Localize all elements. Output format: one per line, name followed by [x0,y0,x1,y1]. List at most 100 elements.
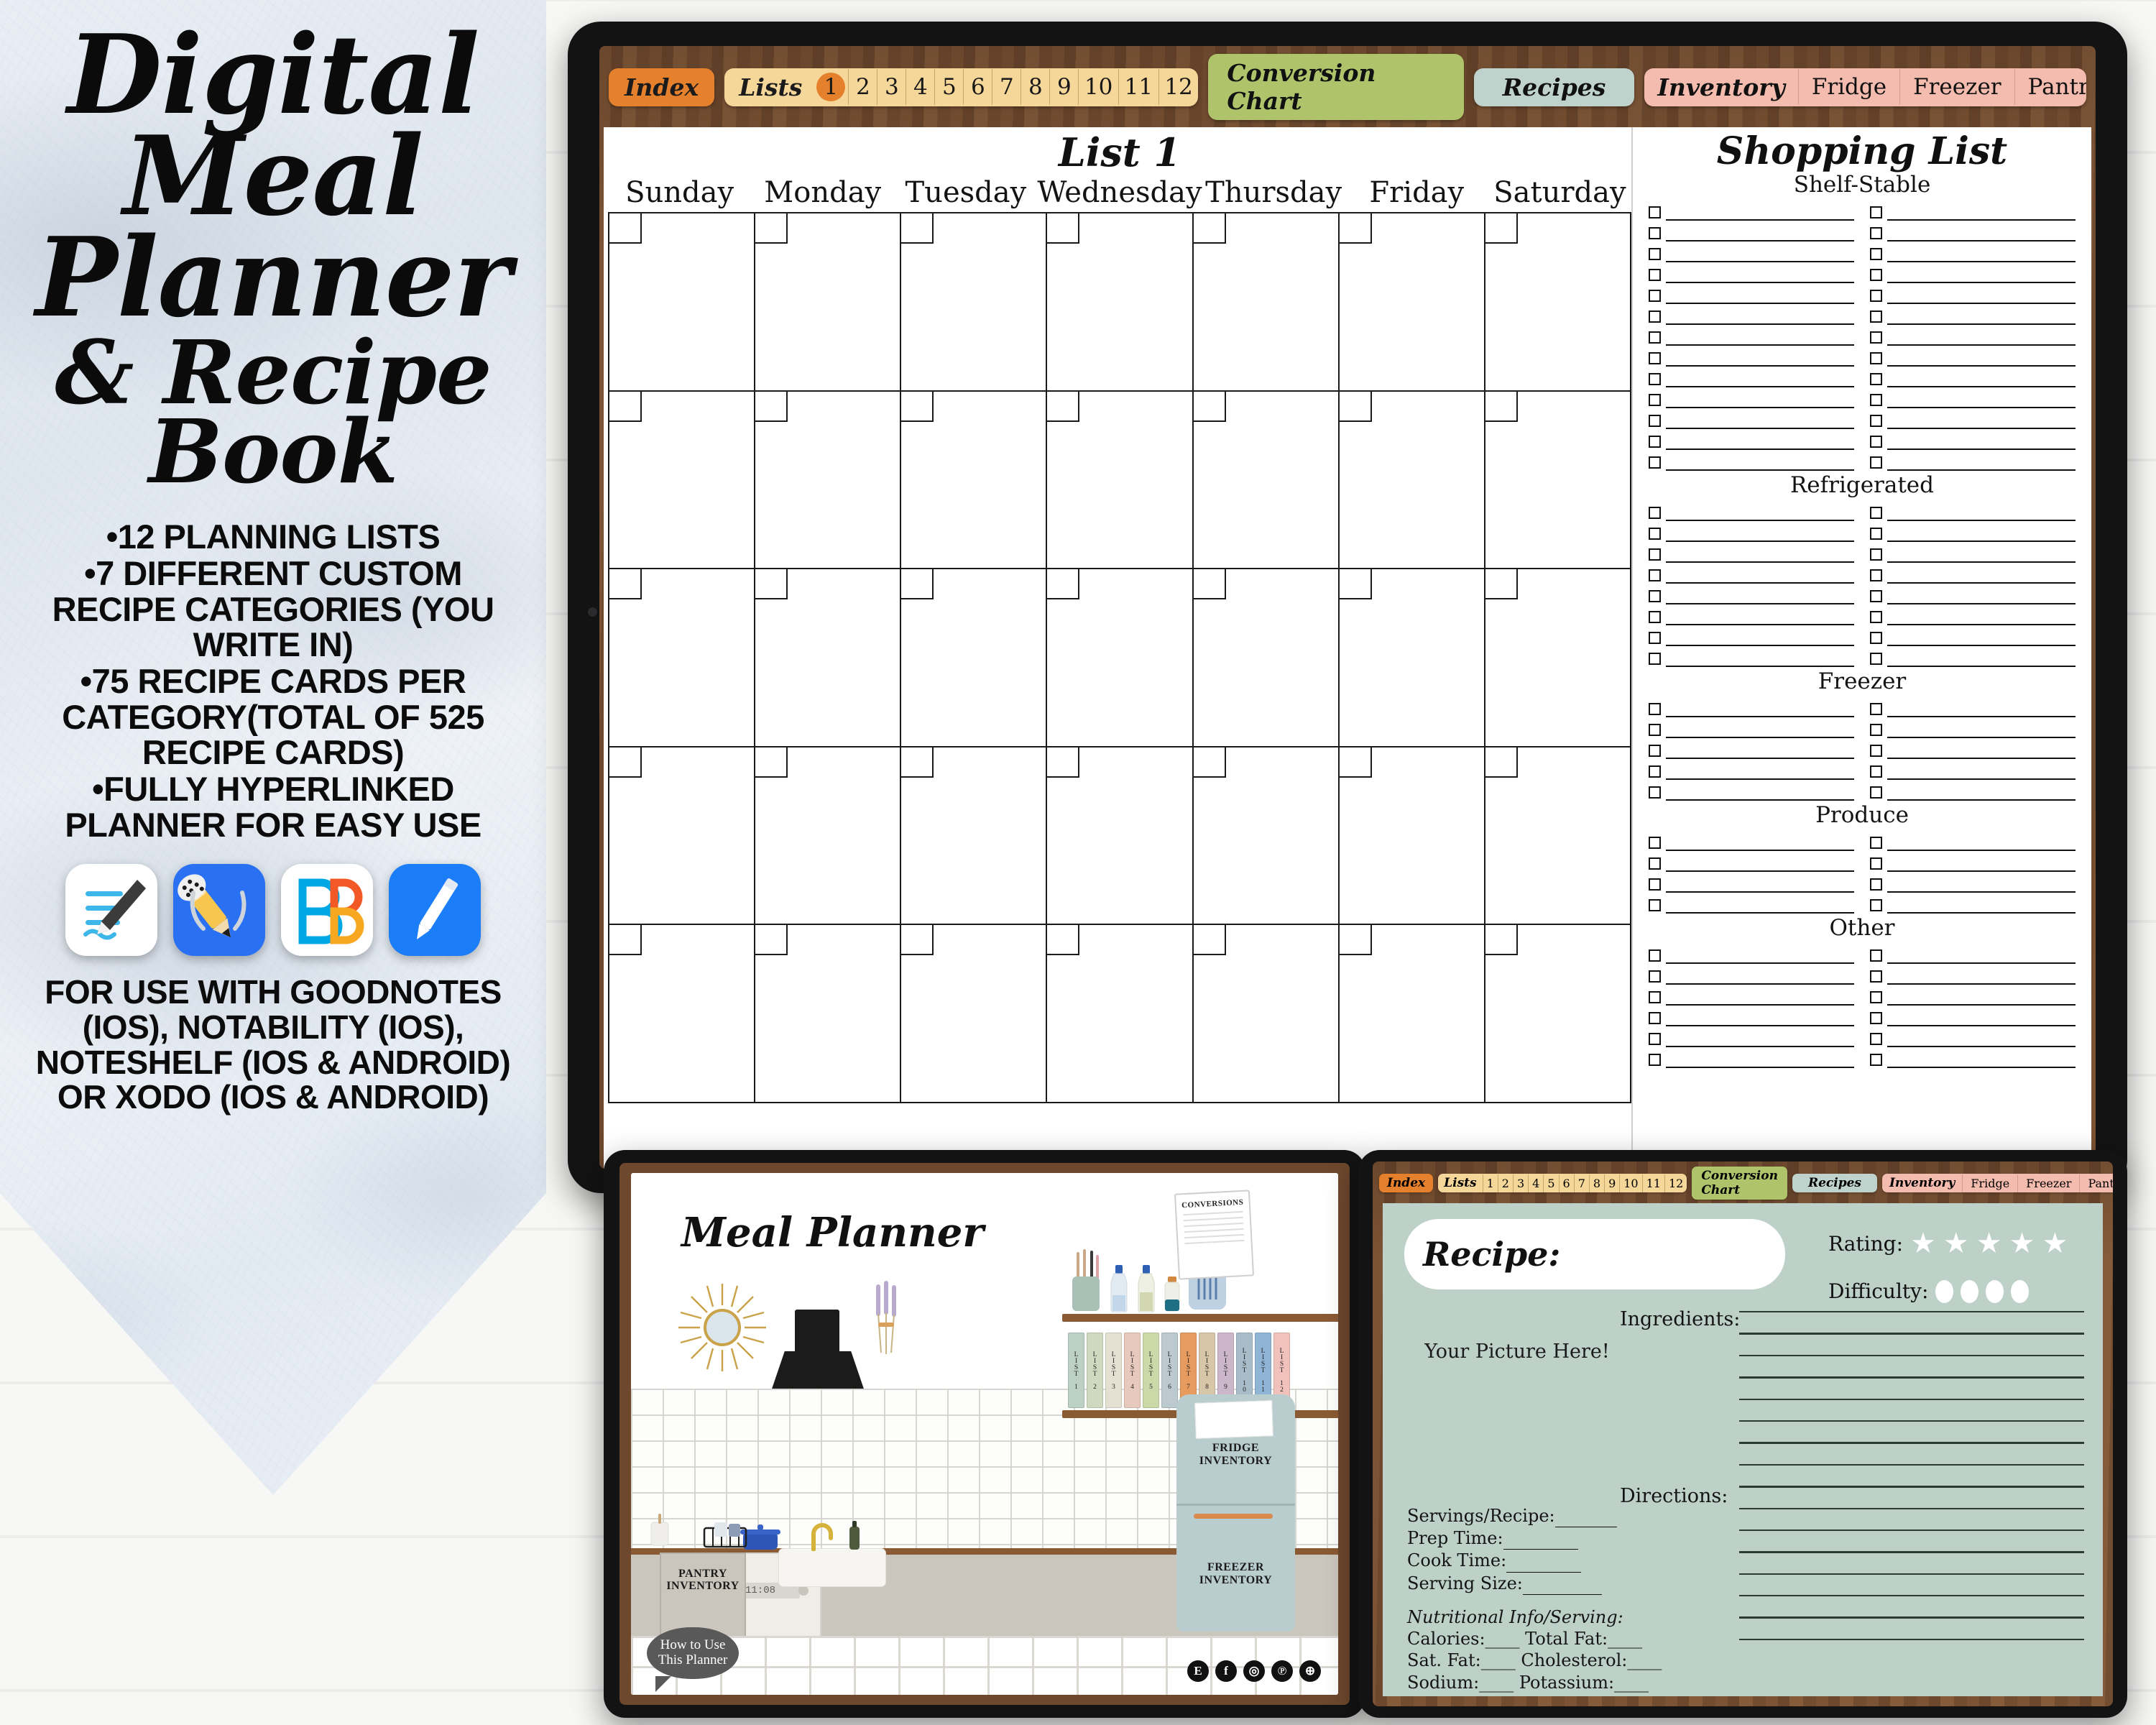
checkbox-icon[interactable] [1870,899,1882,911]
checkbox-icon[interactable] [1870,632,1882,644]
checkbox-icon[interactable] [1870,290,1882,302]
shopping-list-item[interactable] [1870,325,2076,346]
checkbox-icon[interactable] [1870,611,1882,623]
mini-tab-list-12[interactable]: 12 [1664,1174,1687,1192]
servings-field[interactable]: Servings/Recipe: [1407,1505,1735,1528]
shopping-list-item[interactable] [1870,759,2076,780]
shopping-list-item[interactable] [1649,304,1854,325]
calendar-day-cell[interactable] [1193,569,1340,748]
mini-tab-freezer[interactable]: Freezer [2017,1174,2079,1192]
recipe-write-line[interactable] [1739,1595,2084,1597]
star-icon[interactable]: ★ [2042,1229,2068,1258]
shopping-list-item[interactable] [1870,1006,2076,1026]
calendar-day-cell[interactable] [1193,391,1340,570]
calendar-day-cell[interactable] [1485,391,1631,570]
shopping-list-item[interactable] [1870,563,2076,584]
shopping-list-item[interactable] [1870,830,2076,851]
write-line[interactable] [1887,240,2076,242]
mini-tab-list-8[interactable]: 8 [1588,1174,1604,1192]
shopping-list-item[interactable] [1649,964,1854,985]
tab-list-7[interactable]: 7 [992,69,1021,105]
checkbox-icon[interactable] [1649,227,1661,239]
calendar-day-cell[interactable] [901,747,1048,926]
checkbox-icon[interactable] [1870,415,1882,427]
recipe-write-line[interactable] [1739,1486,2084,1488]
write-line[interactable] [1666,240,1854,242]
checkbox-icon[interactable] [1870,331,1882,344]
shopping-list-item[interactable] [1870,521,2076,542]
tab-lists-label[interactable]: Lists [724,68,814,106]
recipe-write-line[interactable] [1739,1333,2084,1335]
shopping-list-item[interactable] [1649,325,1854,346]
checkbox-icon[interactable] [1870,373,1882,385]
calendar-day-cell[interactable] [901,213,1048,392]
checkbox-icon[interactable] [1870,548,1882,561]
write-line[interactable] [1666,448,1854,450]
recipe-write-line[interactable] [1739,1354,2084,1357]
shopping-list-item[interactable] [1649,200,1854,221]
shopping-list-item[interactable] [1649,221,1854,242]
recipe-write-line[interactable] [1739,1529,2084,1532]
write-line[interactable] [1887,582,2076,584]
checkbox-icon[interactable] [1649,352,1661,364]
serving-size-field[interactable]: Serving Size: [1407,1573,1735,1595]
shopping-list-item[interactable] [1870,387,2076,408]
mini-tab-inventory-label[interactable]: Inventory [1882,1174,1962,1192]
nutrition-row[interactable]: Sodium:____ Potassium:____ [1407,1672,1735,1693]
write-line[interactable] [1887,737,2076,738]
mini-tab-pantry[interactable]: Pantry [2079,1174,2113,1192]
shopping-list-item[interactable] [1870,584,2076,604]
mini-tab-list-6[interactable]: 6 [1558,1174,1574,1192]
checkbox-icon[interactable] [1870,310,1882,323]
write-line[interactable] [1666,870,1854,872]
write-line[interactable] [1887,1067,2076,1068]
checkbox-icon[interactable] [1649,703,1661,715]
write-line[interactable] [1666,303,1854,304]
write-line[interactable] [1666,645,1854,646]
shopping-list-item[interactable] [1870,696,2076,717]
calendar-day-cell[interactable] [1339,569,1485,748]
calendar-day-cell[interactable] [1485,925,1631,1103]
mini-tab-list-3[interactable]: 3 [1512,1174,1528,1192]
checkbox-icon[interactable] [1649,548,1661,561]
checkbox-icon[interactable] [1649,632,1661,644]
shopping-list-item[interactable] [1870,221,2076,242]
calendar-day-cell[interactable] [1047,925,1194,1103]
mini-tab-list-1[interactable]: 1 [1482,1174,1498,1192]
shopping-list-item[interactable] [1870,943,2076,964]
tab-recipes[interactable]: Recipes [1473,68,1635,106]
write-line[interactable] [1887,1025,2076,1026]
checkbox-icon[interactable] [1870,724,1882,736]
conversion-note-card[interactable]: CONVERSIONS [1174,1190,1255,1280]
write-line[interactable] [1887,1004,2076,1006]
shopping-list-item[interactable] [1649,759,1854,780]
shopping-list-item[interactable] [1649,1047,1854,1068]
write-line[interactable] [1887,303,2076,304]
how-to-use-button[interactable]: How to Use This Planner [647,1627,739,1692]
recipe-write-line[interactable] [1739,1507,2084,1509]
write-line[interactable] [1666,219,1854,221]
mini-tab-recipes[interactable]: Recipes [1792,1174,1877,1192]
shopping-list-item[interactable] [1870,1047,2076,1068]
checkbox-icon[interactable] [1649,415,1661,427]
write-line[interactable] [1666,386,1854,387]
tab-list-8[interactable]: 8 [1021,69,1049,105]
checkbox-icon[interactable] [1870,653,1882,665]
tab-list-4[interactable]: 4 [906,69,934,105]
write-line[interactable] [1887,540,2076,542]
calendar-day-cell[interactable] [1193,925,1340,1103]
write-line[interactable] [1666,778,1854,780]
write-line[interactable] [1666,1025,1854,1026]
shopping-list-item[interactable] [1649,346,1854,367]
shopping-list-item[interactable] [1649,367,1854,387]
write-line[interactable] [1666,737,1854,738]
shopping-list-item[interactable] [1649,429,1854,450]
list-book-5[interactable]: LIST 5 [1143,1333,1159,1408]
write-line[interactable] [1666,666,1854,667]
shopping-list-item[interactable] [1649,500,1854,521]
write-line[interactable] [1887,778,2076,780]
star-icon[interactable]: ★ [1910,1229,1936,1258]
tab-list-9[interactable]: 9 [1049,69,1078,105]
write-line[interactable] [1666,561,1854,563]
nutrition-row[interactable]: Sat. Fat:____ Cholesterol:____ [1407,1650,1735,1671]
